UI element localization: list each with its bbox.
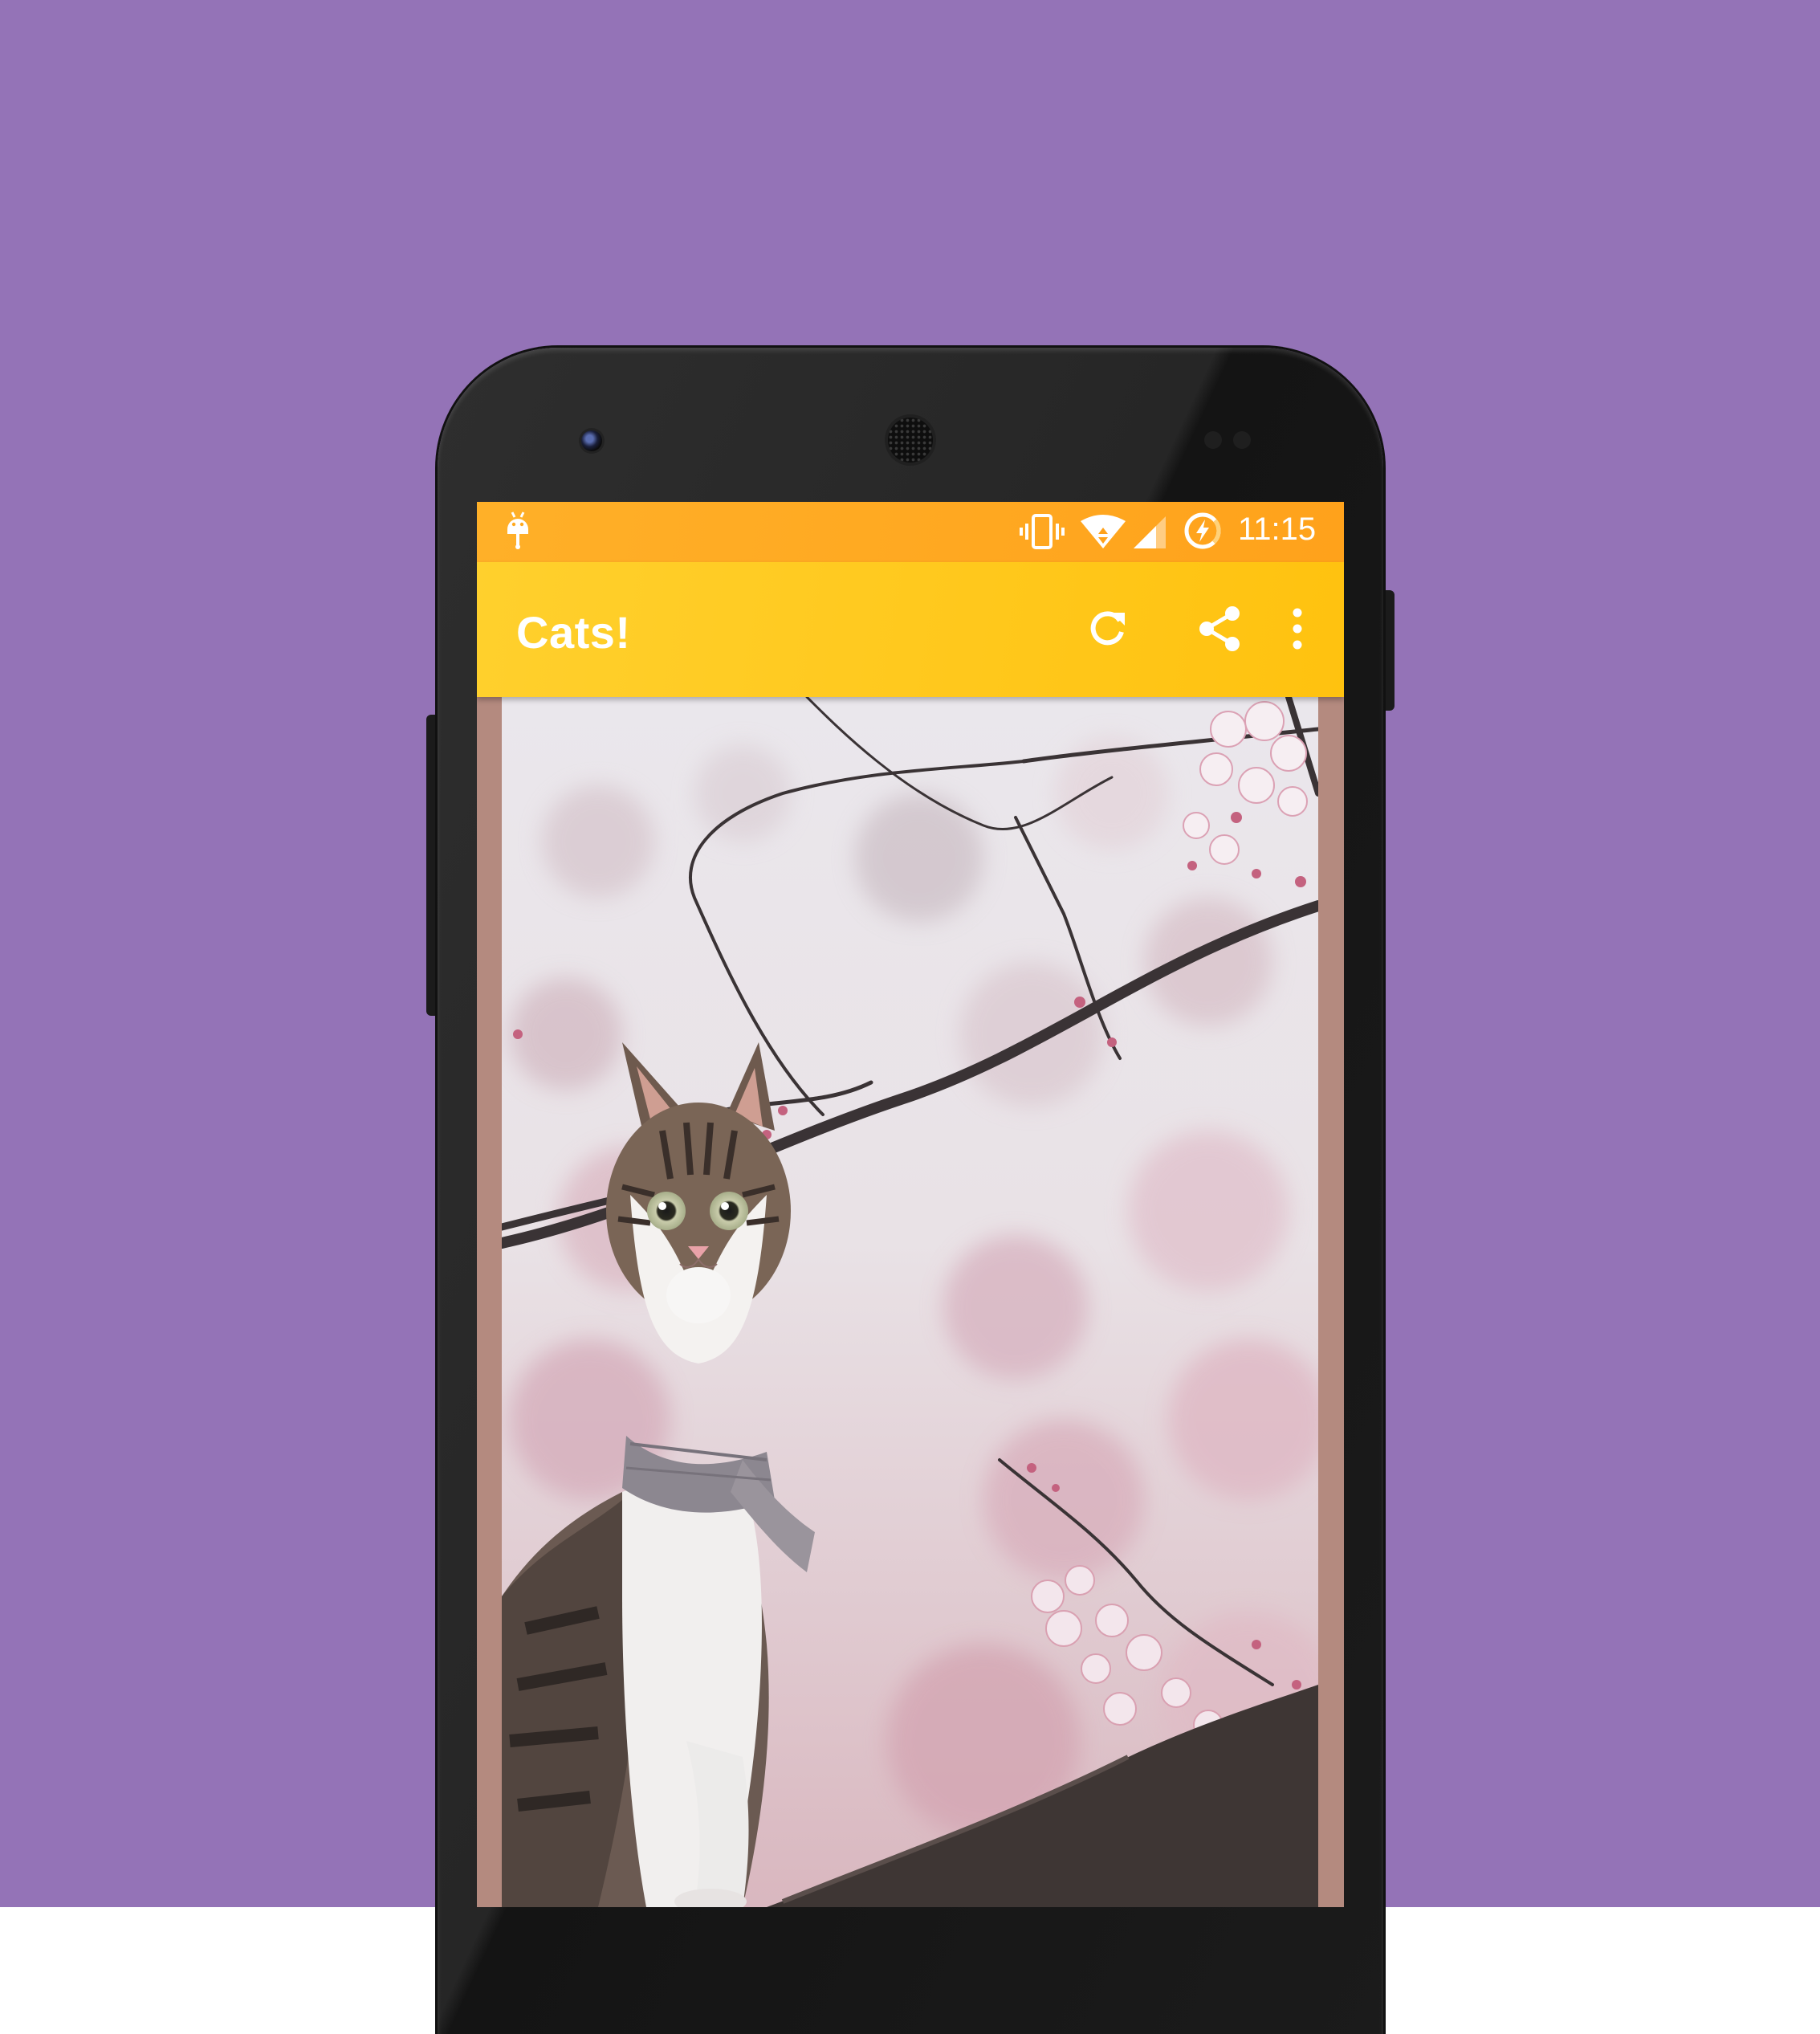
proximity-sensor [1204, 431, 1222, 449]
phone-screen: 11:15 Cats! [477, 502, 1344, 1907]
light-sensor [1233, 431, 1251, 449]
status-bar: 11:15 [477, 502, 1344, 562]
vibrate-icon [1020, 513, 1065, 554]
android-notification-icon [505, 510, 531, 556]
battery-saver-icon [1183, 512, 1222, 554]
refresh-button[interactable] [1063, 586, 1151, 675]
refresh-icon [1085, 606, 1130, 655]
more-options-button[interactable] [1265, 586, 1329, 675]
status-time: 11:15 [1238, 512, 1317, 547]
photo-frame-left [477, 697, 502, 1907]
photo-frame-right [1318, 697, 1344, 1907]
app-title: Cats! [516, 607, 631, 658]
app-bar: Cats! [477, 562, 1344, 697]
share-button[interactable] [1175, 586, 1264, 675]
share-icon [1195, 604, 1244, 658]
cat-photo [502, 697, 1318, 1907]
wifi-icon [1079, 515, 1127, 552]
earpiece-speaker [888, 418, 933, 463]
front-camera [581, 430, 602, 451]
more-vert-icon [1291, 606, 1304, 655]
cell-signal-icon [1132, 516, 1167, 552]
